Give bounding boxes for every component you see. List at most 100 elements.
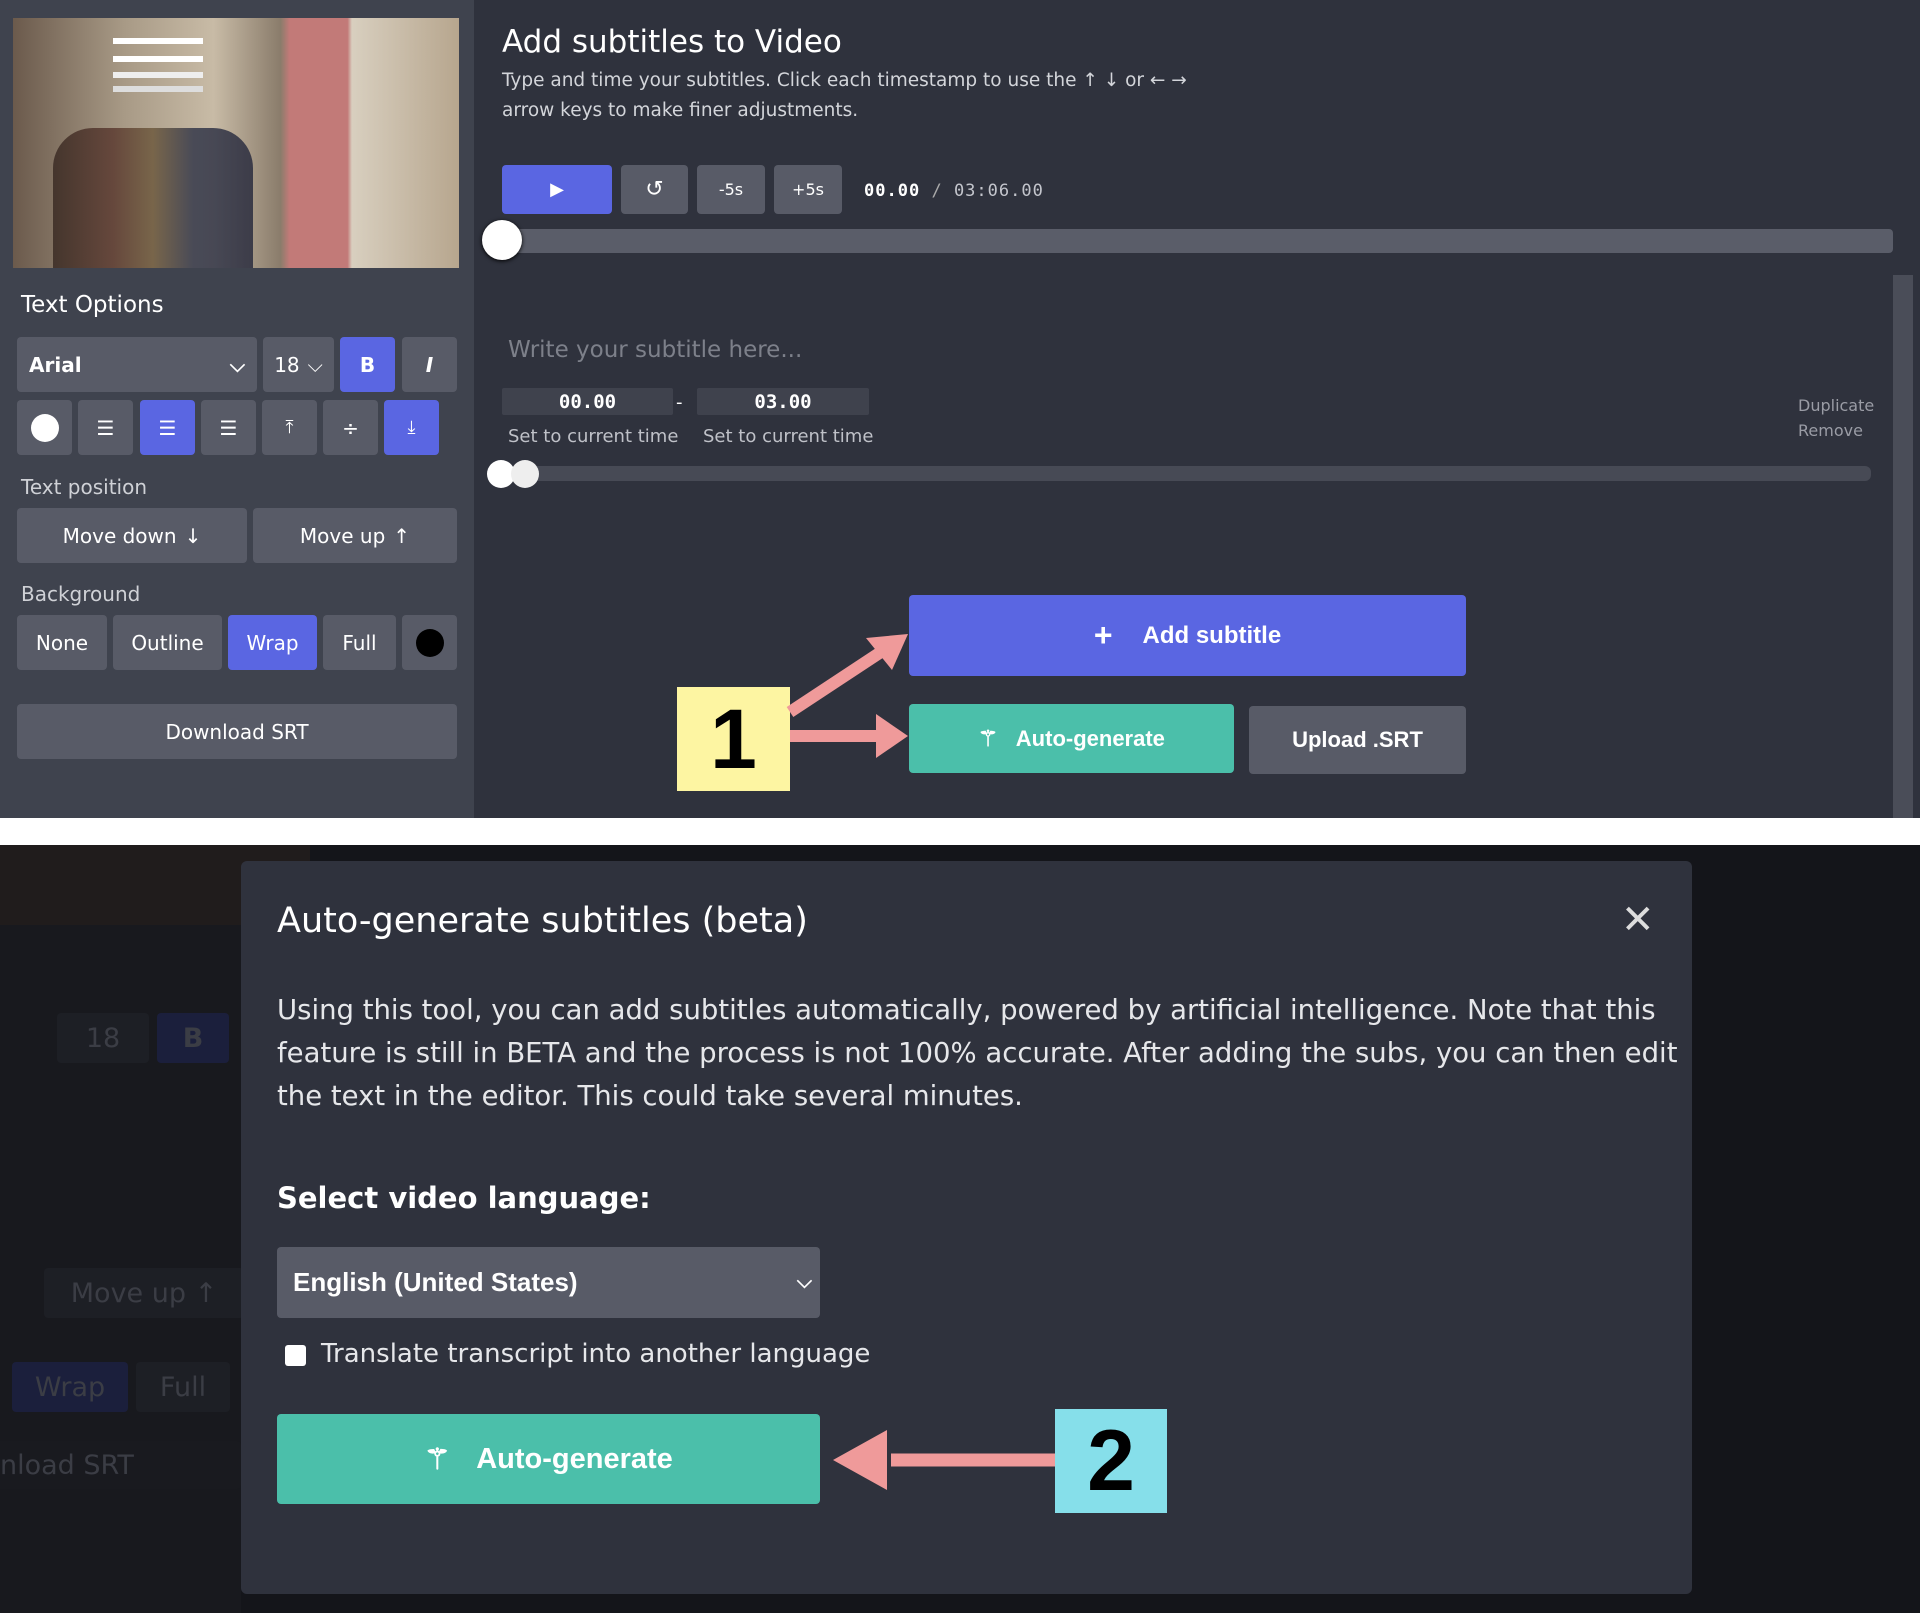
duration: 03:06.00 xyxy=(953,181,1044,201)
align-center-button[interactable]: ☰ xyxy=(140,400,195,455)
chevron-down-icon: ⌵ xyxy=(307,352,323,377)
plus-icon: + xyxy=(1093,617,1113,653)
align-middle-icon: ÷ xyxy=(342,415,359,440)
magic-wand-icon: ⚚ xyxy=(978,725,998,751)
range-end-thumb[interactable] xyxy=(511,460,539,488)
chevron-down-icon: ⌵ xyxy=(229,352,245,377)
move-down-button[interactable]: Move down ↓ xyxy=(17,508,247,563)
remove-link[interactable]: Remove xyxy=(1798,421,1863,440)
download-srt-button[interactable]: Download SRT xyxy=(17,704,457,759)
background-label: Background xyxy=(21,582,141,606)
auto-generate-label: Auto-generate xyxy=(1015,725,1165,751)
language-label: Select video language: xyxy=(277,1181,651,1215)
text-position-label: Text position xyxy=(21,475,148,499)
font-size-value: 18 xyxy=(274,352,300,377)
current-time: 00.00 xyxy=(864,181,921,201)
close-icon[interactable]: ✕ xyxy=(1621,897,1655,943)
description-line: the text in the editor. This could take … xyxy=(277,1080,1023,1112)
bg-wrap-button[interactable]: Wrap xyxy=(228,615,317,670)
upload-srt-button[interactable]: Upload .SRT xyxy=(1249,706,1466,774)
page-title: Add subtitles to Video xyxy=(502,24,842,60)
dim-size-select: 18 xyxy=(57,1013,149,1063)
auto-generate-modal: Auto-generate subtitles (beta) ✕ Using t… xyxy=(241,861,1692,1594)
align-right-icon: ☰ xyxy=(219,415,238,440)
subtitle-text-input[interactable]: Write your subtitle here... xyxy=(508,337,802,363)
valign-top-button[interactable]: ⤒ xyxy=(262,400,317,455)
modal-auto-generate-button[interactable]: ⚚ Auto-generate xyxy=(277,1414,820,1504)
description-line: arrow keys to make finer adjustments. xyxy=(502,100,859,121)
subtitle-range-track[interactable] xyxy=(502,466,1871,481)
text-color-button[interactable] xyxy=(17,400,72,455)
move-up-label: Move up xyxy=(299,523,386,548)
bg-color-button[interactable] xyxy=(402,615,457,670)
description-line: feature is still in BETA and the process… xyxy=(277,1037,1678,1069)
language-select[interactable]: English (United States) ⌵ xyxy=(277,1247,820,1318)
time-range-dash: - xyxy=(676,392,683,413)
description-line: Using this tool, you can add subtitles a… xyxy=(277,994,1656,1026)
rewind-5s-button[interactable]: -5s xyxy=(697,165,765,214)
restart-button[interactable]: ↺ xyxy=(621,165,688,214)
set-end-current-link[interactable]: Set to current time xyxy=(703,426,873,447)
align-top-icon: ⤒ xyxy=(285,417,294,438)
arrow-up-icon: ↑ xyxy=(393,523,411,548)
chevron-down-icon: ⌵ xyxy=(796,1271,812,1293)
add-subtitle-button[interactable]: + Add subtitle xyxy=(909,595,1466,676)
auto-generate-label: Auto-generate xyxy=(476,1442,673,1475)
scrollbar[interactable] xyxy=(1893,275,1913,818)
font-value: Arial xyxy=(29,352,82,377)
annotation-arrows-icon xyxy=(786,634,908,758)
dim-download: nload SRT xyxy=(0,1441,241,1489)
align-left-button[interactable]: ☰ xyxy=(78,400,133,455)
color-swatch-icon xyxy=(415,628,444,657)
align-right-button[interactable]: ☰ xyxy=(201,400,256,455)
subtitle-editor: Text Options Arial ⌵ 18 ⌵ B I ☰ ☰ ☰ ⤒ ÷ ⤓ … xyxy=(0,0,1920,818)
start-time-input[interactable]: 00.00 xyxy=(502,388,673,415)
modal-title: Auto-generate subtitles (beta) xyxy=(277,901,808,941)
move-up-button[interactable]: Move up ↑ xyxy=(253,508,457,563)
bg-none-button[interactable]: None xyxy=(17,615,107,670)
seek-thumb[interactable] xyxy=(482,220,522,260)
video-preview[interactable] xyxy=(13,18,459,268)
page-description: Type and time your subtitles. Click each… xyxy=(502,66,1187,126)
move-down-label: Move down xyxy=(62,523,177,548)
align-left-icon: ☰ xyxy=(96,415,115,440)
dim-full: Full xyxy=(136,1362,230,1412)
font-select[interactable]: Arial ⌵ xyxy=(17,337,257,392)
video-seek-bar[interactable] xyxy=(502,229,1893,253)
add-subtitle-label: Add subtitle xyxy=(1142,621,1282,649)
description-line: Type and time your subtitles. Click each… xyxy=(502,70,1187,91)
end-time-input[interactable]: 03.00 xyxy=(697,388,869,415)
font-size-select[interactable]: 18 ⌵ xyxy=(263,337,334,392)
bg-full-button[interactable]: Full xyxy=(323,615,396,670)
forward-5s-button[interactable]: +5s xyxy=(774,165,842,214)
valign-middle-button[interactable]: ÷ xyxy=(323,400,378,455)
sidebar: Text Options Arial ⌵ 18 ⌵ B I ☰ ☰ ☰ ⤒ ÷ ⤓ … xyxy=(0,0,474,818)
play-button[interactable]: ▶ xyxy=(502,165,612,214)
time-separator: / xyxy=(931,181,943,201)
time-display: 00.00 / 03:06.00 xyxy=(864,181,1044,201)
text-options-title: Text Options xyxy=(21,292,164,318)
valign-bottom-button[interactable]: ⤓ xyxy=(384,400,439,455)
annotation-arrow-icon xyxy=(833,1430,1056,1490)
restart-icon: ↺ xyxy=(645,177,664,202)
translate-checkbox[interactable] xyxy=(285,1345,306,1366)
dim-bold: B xyxy=(157,1013,229,1063)
align-center-icon: ☰ xyxy=(158,415,177,440)
align-bottom-icon: ⤓ xyxy=(407,417,416,438)
italic-button[interactable]: I xyxy=(402,337,457,392)
magic-wand-icon: ⚚ xyxy=(424,1443,451,1476)
language-value: English (United States) xyxy=(293,1267,578,1297)
auto-generate-button[interactable]: ⚚ Auto-generate xyxy=(909,704,1234,773)
set-start-current-link[interactable]: Set to current time xyxy=(508,426,678,447)
dim-move-up: Move up ↑ xyxy=(44,1268,244,1318)
play-icon: ▶ xyxy=(550,179,564,200)
bold-button[interactable]: B xyxy=(340,337,395,392)
step-1-badge: 1 xyxy=(677,687,790,791)
bg-outline-button[interactable]: Outline xyxy=(113,615,222,670)
step-2-badge: 2 xyxy=(1055,1409,1167,1513)
color-swatch-icon xyxy=(30,413,59,442)
translate-label[interactable]: Translate transcript into another langua… xyxy=(321,1339,870,1369)
arrow-down-icon: ↓ xyxy=(184,523,202,548)
duplicate-link[interactable]: Duplicate xyxy=(1798,396,1874,415)
modal-description: Using this tool, you can add subtitles a… xyxy=(277,989,1677,1118)
